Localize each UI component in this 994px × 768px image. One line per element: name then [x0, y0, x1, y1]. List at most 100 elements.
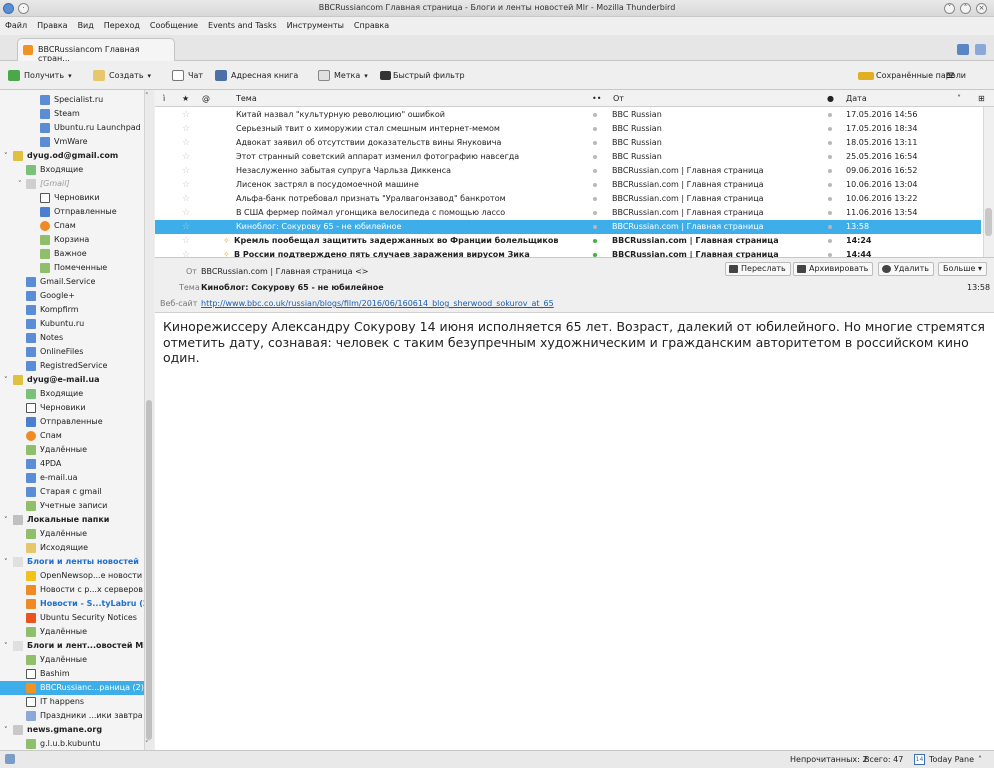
scroll-up-icon[interactable]: ˄ [145, 92, 149, 100]
junk-status-icon[interactable] [828, 150, 832, 164]
minimize-icon[interactable]: ˅ [944, 3, 955, 14]
star-column-icon[interactable]: ★ [182, 90, 189, 107]
menu-view[interactable]: Вид [73, 17, 99, 35]
star-icon[interactable]: ☆ [182, 220, 190, 234]
folder-item[interactable]: 4PDA [0, 457, 144, 471]
chevron-down-icon[interactable]: ▾ [364, 72, 368, 80]
star-icon[interactable]: ☆ [182, 136, 190, 150]
read-status-icon[interactable] [593, 178, 597, 192]
read-column-icon[interactable]: •• [592, 90, 601, 107]
junk-status-icon[interactable] [828, 178, 832, 192]
folder-item[interactable]: Входящие [0, 163, 144, 177]
read-status-icon[interactable] [593, 150, 597, 164]
folder-item[interactable]: Specialist.ru [0, 93, 144, 107]
today-pane-icon[interactable]: 14 [914, 754, 925, 765]
read-status-icon[interactable] [593, 108, 597, 122]
star-icon[interactable]: ☆ [182, 164, 190, 178]
star-icon[interactable]: ☆ [182, 178, 190, 192]
chevron-up-icon[interactable]: ˄ [978, 751, 982, 768]
folder-item[interactable]: Удалённые [0, 625, 144, 639]
message-row[interactable]: ☆ Китай назвал "культурную революцию" оши… [155, 108, 981, 122]
folder-item[interactable]: Исходящие [0, 541, 144, 555]
folder-item[interactable]: Праздники ...ики завтра [0, 709, 144, 723]
menu-help[interactable]: Справка [349, 17, 394, 35]
scroll-down-icon[interactable]: ˅ [145, 740, 149, 748]
twisty-icon[interactable]: ˅ [4, 639, 8, 653]
tasks-tab-icon[interactable] [975, 44, 986, 55]
sort-chevron-icon[interactable]: ˅ [957, 90, 961, 107]
junk-status-icon[interactable] [828, 108, 832, 122]
archive-button[interactable]: Архивировать [793, 262, 874, 276]
read-status-icon[interactable] [593, 136, 597, 150]
folder-item[interactable]: g.l.u.b.kubuntu [0, 737, 144, 750]
folder-item[interactable]: ˅ Локальные папки [0, 513, 144, 527]
message-row[interactable]: ☆ Лисенок застрял в посудомоечной машине B… [155, 178, 981, 192]
folder-item[interactable]: Входящие [0, 387, 144, 401]
folder-item[interactable]: ˅ Блоги и лент...овостей Mlr [0, 639, 144, 653]
read-status-icon[interactable] [593, 164, 597, 178]
star-icon[interactable]: ☆ [182, 150, 190, 164]
folder-scrollbar-thumb[interactable] [146, 400, 152, 740]
message-row[interactable]: ☆ В США фермер поймал угонщика велосипеда… [155, 206, 981, 220]
app-menu-button[interactable]: ≡ [945, 67, 955, 84]
message-row[interactable]: ☆ Незаслуженно забытая супруга Чарльза Ди… [155, 164, 981, 178]
folder-item[interactable]: Отправленные [0, 415, 144, 429]
attachment-column-icon[interactable]: @ [202, 90, 210, 107]
tab-bbc[interactable]: BBCRussiancom Главная стран... [17, 38, 175, 63]
twisty-icon[interactable]: ˅ [4, 513, 8, 527]
menu-file[interactable]: Файл [0, 17, 32, 35]
thread-column-icon[interactable]: ì [163, 90, 165, 107]
status-icon[interactable] [5, 754, 15, 764]
folder-item[interactable]: Steam [0, 107, 144, 121]
folder-item[interactable]: Спам [0, 429, 144, 443]
get-mail-button[interactable]: Получить ▾ [6, 67, 72, 84]
folder-item[interactable]: BBCRussianc...раница (2) [0, 681, 144, 695]
chat-button[interactable]: Чат [170, 67, 203, 84]
message-row[interactable]: ☆ Адвокат заявил об отсутствии доказатель… [155, 136, 981, 150]
folder-item[interactable]: OpenNewsop...е новости [0, 569, 144, 583]
folder-item[interactable]: Помеченные [0, 261, 144, 275]
star-icon[interactable]: ☆ [358, 266, 366, 276]
folder-item[interactable]: Отправленные [0, 205, 144, 219]
maximize-icon[interactable]: ˄ [960, 3, 971, 14]
junk-column-icon[interactable]: ● [827, 90, 834, 107]
junk-status-icon[interactable] [828, 220, 832, 234]
folder-item[interactable]: Удалённые [0, 653, 144, 667]
folder-item[interactable]: Спам [0, 219, 144, 233]
write-button[interactable]: Создать ▾ [91, 67, 151, 84]
website-link[interactable]: http://www.bbc.co.uk/russian/blogs/film/… [201, 299, 554, 308]
folder-item[interactable]: Ubuntu Security Notices [0, 611, 144, 625]
folder-item[interactable]: Черновики [0, 401, 144, 415]
chevron-down-icon[interactable]: ▾ [68, 72, 72, 80]
folder-item[interactable]: Корзина [0, 233, 144, 247]
twisty-icon[interactable]: ˅ [18, 177, 22, 191]
thread-scrollbar-thumb[interactable] [985, 208, 992, 236]
close-icon[interactable]: × [976, 3, 987, 14]
column-from[interactable]: От [613, 90, 624, 107]
message-row[interactable]: ☆ ✧ Кремль пообещал защитить задержанных в… [155, 234, 981, 248]
column-date[interactable]: Дата [846, 90, 867, 107]
folder-item[interactable]: Новости с р...х серверов [0, 583, 144, 597]
folder-item[interactable]: Notes [0, 331, 144, 345]
folder-item[interactable]: OnlineFiles [0, 345, 144, 359]
folder-item[interactable]: ˅ dyug.od@gmail.com [0, 149, 144, 163]
chevron-down-icon[interactable]: ▾ [148, 72, 152, 80]
star-icon[interactable]: ☆ [182, 234, 190, 248]
twisty-icon[interactable]: ˅ [4, 723, 8, 737]
message-row[interactable]: ☆ Киноблог: Сокурову 65 - не юбилейное BBC… [155, 220, 981, 234]
junk-status-icon[interactable] [828, 192, 832, 206]
folder-item[interactable]: IT happens [0, 695, 144, 709]
menu-edit[interactable]: Правка [32, 17, 72, 35]
menu-go[interactable]: Переход [99, 17, 145, 35]
twisty-icon[interactable]: ˅ [4, 149, 8, 163]
message-row[interactable]: ☆ Серьезный твит о химоружии стал смешным… [155, 122, 981, 136]
calendar-tab-icon[interactable] [957, 44, 969, 55]
addressbook-button[interactable]: Адресная книга [213, 67, 298, 84]
quick-filter-button[interactable]: Быстрый фильтр [378, 67, 465, 84]
today-pane-button[interactable]: Today Pane [929, 751, 974, 768]
folder-item[interactable]: Удалённые [0, 443, 144, 457]
forward-button[interactable]: Переслать [725, 262, 791, 276]
read-status-icon[interactable] [593, 122, 597, 136]
read-status-icon[interactable] [593, 234, 597, 248]
junk-status-icon[interactable] [828, 136, 832, 150]
